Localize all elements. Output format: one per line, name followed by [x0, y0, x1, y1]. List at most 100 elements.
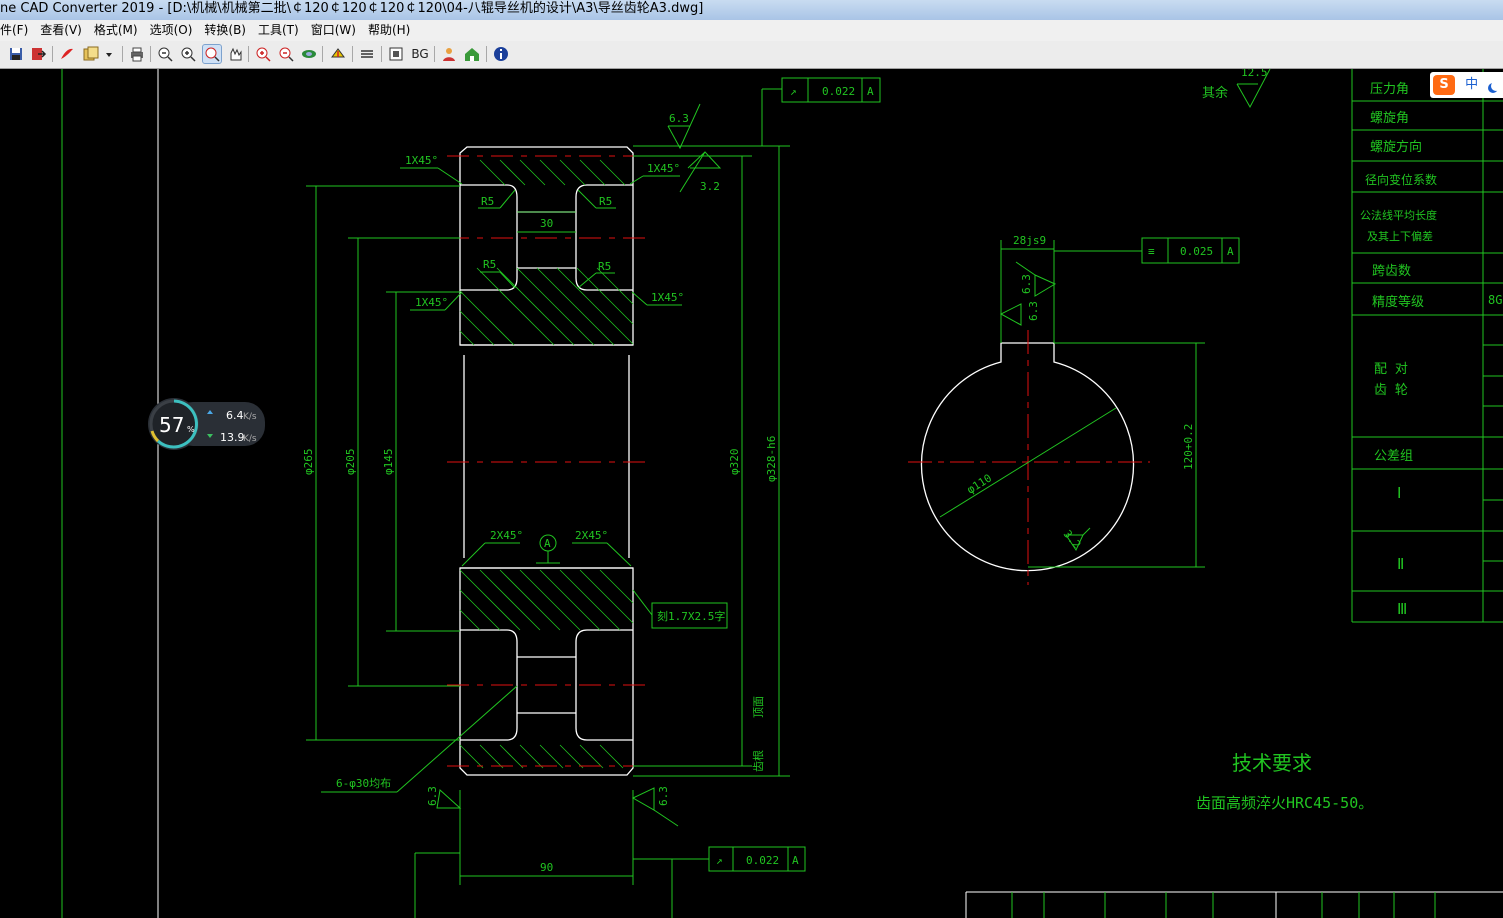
- table-row-label: 精度等级: [1372, 294, 1424, 310]
- background-color-button[interactable]: BG: [409, 45, 431, 63]
- radius-label: R5: [599, 195, 612, 208]
- tolerance-symbol: ↗: [790, 85, 797, 98]
- zoom-extents-icon[interactable]: [254, 45, 272, 63]
- tip-label: 顶面: [752, 696, 765, 718]
- download-unit: K/s: [243, 434, 257, 444]
- chamfer-label: 1X45°: [651, 291, 684, 304]
- menu-tools[interactable]: 工具(T): [252, 20, 305, 41]
- table-row-label: 螺旋方向: [1370, 139, 1422, 155]
- menu-help[interactable]: 帮助(H): [362, 20, 416, 41]
- export-icon[interactable]: [29, 45, 47, 63]
- dim-205: φ205: [344, 449, 357, 476]
- window-title-bar: ne CAD Converter 2019 - [D:\机械\机械第二批\￠12…: [0, 0, 1503, 20]
- ime-mode-label[interactable]: 中: [1465, 77, 1478, 92]
- ime-logo-icon: S: [1433, 75, 1455, 95]
- view-3d-icon[interactable]: [300, 45, 318, 63]
- hub-section: φ110 120+0.2 28js9 ≡ 0.025 A 6.3 6.3 3.2: [908, 234, 1240, 585]
- toolbar: BG: [0, 41, 1503, 69]
- roughness-label: 6.3: [1027, 301, 1040, 321]
- dim-width: 90: [540, 861, 553, 874]
- layers-icon[interactable]: [329, 45, 347, 63]
- menu-options[interactable]: 选项(O): [144, 20, 199, 41]
- print-icon[interactable]: [128, 45, 146, 63]
- menu-bar: 件(F) 查看(V) 格式(M) 选项(O) 转换(B) 工具(T) 窗口(W) 帮助(H): [0, 20, 1503, 41]
- tech-text: 齿面高频淬火HRC45-50。: [1196, 794, 1373, 812]
- moon-icon[interactable]: [1491, 81, 1501, 91]
- tolerance-datum: A: [792, 854, 799, 867]
- table-value: 8G: [1488, 293, 1502, 307]
- upload-speed: 6.4: [226, 409, 244, 422]
- table-row-label: 齿 轮: [1374, 383, 1408, 398]
- menu-file[interactable]: 件(F): [0, 20, 34, 41]
- others-label: 其余: [1202, 85, 1228, 101]
- chamfer-label: 2X45°: [490, 529, 523, 542]
- radius-label: R5: [481, 195, 494, 208]
- user-icon[interactable]: [440, 45, 458, 63]
- percent-sign: %: [187, 425, 195, 434]
- window-title: ne CAD Converter 2019 - [D:\机械\机械第二批\￠12…: [0, 1, 704, 16]
- save-icon[interactable]: [7, 45, 25, 63]
- radius-label: R5: [483, 258, 496, 271]
- home-icon[interactable]: [463, 45, 481, 63]
- roughness-label: 12.5: [1241, 69, 1268, 79]
- dim-keyway: 28js9: [1013, 234, 1046, 247]
- batch-icon[interactable]: [82, 45, 100, 63]
- menu-format[interactable]: 格式(M): [88, 20, 144, 41]
- pan-icon[interactable]: [226, 45, 244, 63]
- table-row-label: 及其上下偏差: [1367, 229, 1433, 243]
- gear-section: [447, 146, 645, 776]
- dim-145: φ145: [382, 449, 395, 476]
- tech-title: 技术要求: [1232, 751, 1312, 775]
- download-speed: 13.9: [220, 431, 245, 444]
- zoom-previous-icon[interactable]: [277, 45, 295, 63]
- chamfer-label: 1X45°: [415, 296, 448, 309]
- tolerance-value: 0.025: [1180, 245, 1213, 258]
- zoom-window-icon[interactable]: [202, 44, 222, 64]
- ime-toolbar[interactable]: S 中: [1430, 72, 1503, 98]
- roughness-label: 3.2: [1061, 528, 1084, 552]
- roughness-label: 6.3: [426, 786, 439, 806]
- drawing-canvas[interactable]: φ265 φ205 φ145 φ320 φ328-h6 90 30 R5 R5 …: [0, 69, 1503, 918]
- dim-320: φ320: [728, 449, 741, 476]
- cad-drawing: φ265 φ205 φ145 φ320 φ328-h6 90 30 R5 R5 …: [61, 69, 1503, 918]
- datum-label: A: [544, 537, 551, 550]
- network-speed-widget[interactable]: 57 % 6.4 K/s 13.9 K/s: [147, 396, 265, 452]
- table-row-label: 压力角: [1370, 82, 1409, 97]
- table-row-label: 径向变位系数: [1365, 172, 1437, 187]
- dim-265: φ265: [302, 449, 315, 476]
- table-row-label: Ⅲ: [1397, 600, 1407, 618]
- parameter-table: 压力角 螺旋角 螺旋方向 径向变位系数 公法线平均长度 及其上下偏差 跨齿数 精…: [1351, 69, 1503, 623]
- roughness-label: 6.3: [1020, 274, 1033, 294]
- zoom-out-icon[interactable]: [156, 45, 174, 63]
- table-row-label: Ⅱ: [1397, 555, 1404, 573]
- holes-note: 6-φ30均布: [336, 777, 391, 790]
- menu-convert[interactable]: 转换(B): [198, 20, 252, 41]
- title-block: [965, 891, 1503, 918]
- tolerance-datum: A: [1227, 245, 1234, 258]
- menu-view[interactable]: 查看(V): [34, 20, 88, 41]
- chamfer-label: 1X45°: [405, 154, 438, 167]
- chamfer-label: 2X45°: [575, 529, 608, 542]
- tolerance-value: 0.022: [746, 854, 779, 867]
- percent-value: 57: [159, 413, 184, 437]
- chamfer-label: 1X45°: [647, 162, 680, 175]
- roughness-label: 6.3: [669, 112, 689, 125]
- table-row-label: 公法线平均长度: [1360, 208, 1437, 222]
- roughness-label: 3.2: [700, 180, 720, 193]
- dropdown-arrow-icon[interactable]: [103, 45, 115, 63]
- zoom-in-icon[interactable]: [179, 45, 197, 63]
- pdf-icon[interactable]: [58, 45, 76, 63]
- frame-icon[interactable]: [387, 45, 405, 63]
- menu-window[interactable]: 窗口(W): [305, 20, 362, 41]
- table-row-label: 跨齿数: [1372, 264, 1411, 279]
- root-label: 齿根: [751, 750, 765, 772]
- tolerance-datum: A: [867, 85, 874, 98]
- gear-dimensions: φ265 φ205 φ145 φ320 φ328-h6 90 30 R5 R5 …: [302, 77, 881, 918]
- layout-icon[interactable]: [358, 45, 376, 63]
- tolerance-value: 0.022: [822, 85, 855, 98]
- roughness-label: 6.3: [657, 786, 670, 806]
- tolerance-symbol: ≡: [1148, 245, 1155, 258]
- table-row-label: 配 对: [1374, 362, 1408, 377]
- tolerance-symbol: ↗: [716, 854, 723, 867]
- info-icon[interactable]: [492, 45, 510, 63]
